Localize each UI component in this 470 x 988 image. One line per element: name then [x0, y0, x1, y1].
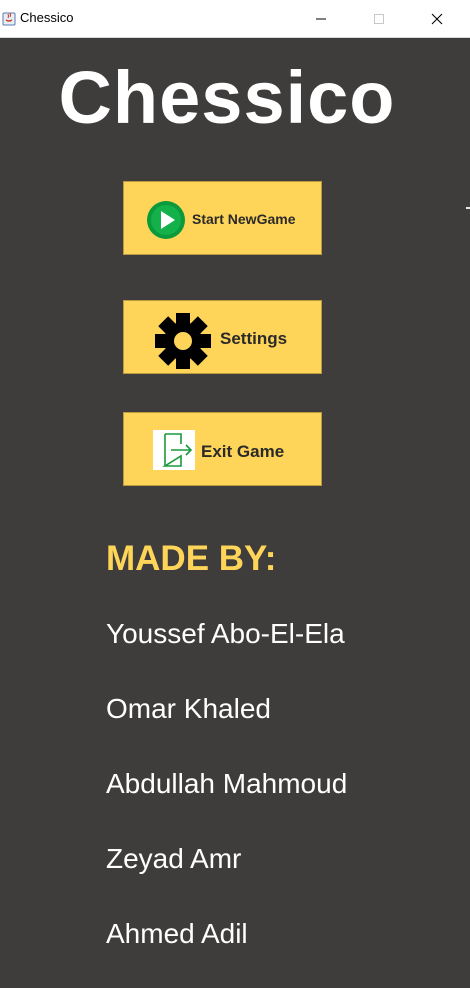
gear-icon — [155, 313, 211, 369]
app-heading: Chessico — [58, 56, 396, 139]
close-icon — [431, 13, 443, 24]
exit-game-label: Exit Game — [201, 442, 285, 461]
minimize-icon — [316, 18, 326, 19]
edge-divider — [466, 207, 470, 209]
exit-icon — [153, 430, 195, 470]
author-name: Youssef Abo-El-Ela — [106, 618, 345, 649]
java-app-icon — [2, 12, 16, 26]
credits-title: MADE BY: — [106, 539, 277, 578]
settings-button[interactable]: Settings — [123, 300, 322, 374]
close-button[interactable] — [414, 0, 460, 37]
play-icon — [147, 201, 185, 239]
maximize-button[interactable] — [356, 0, 402, 37]
start-new-game-label: Start NewGame — [192, 211, 296, 227]
exit-game-button[interactable]: Exit Game — [123, 412, 322, 486]
start-new-game-button[interactable]: Start NewGame — [123, 181, 322, 255]
minimize-button[interactable] — [298, 0, 344, 37]
author-name: Zeyad Amr — [106, 843, 242, 874]
author-name: Omar Khaled — [106, 693, 271, 724]
title-bar[interactable]: Chessico — [0, 0, 470, 38]
maximize-icon — [374, 13, 384, 24]
app-window: Chessico Chessico Start NewGame Settings… — [0, 0, 470, 988]
author-name: Ahmed Adil — [106, 918, 248, 949]
author-name: Abdullah Mahmoud — [106, 768, 348, 799]
settings-label: Settings — [220, 329, 288, 348]
window-title: Chessico — [20, 10, 74, 25]
